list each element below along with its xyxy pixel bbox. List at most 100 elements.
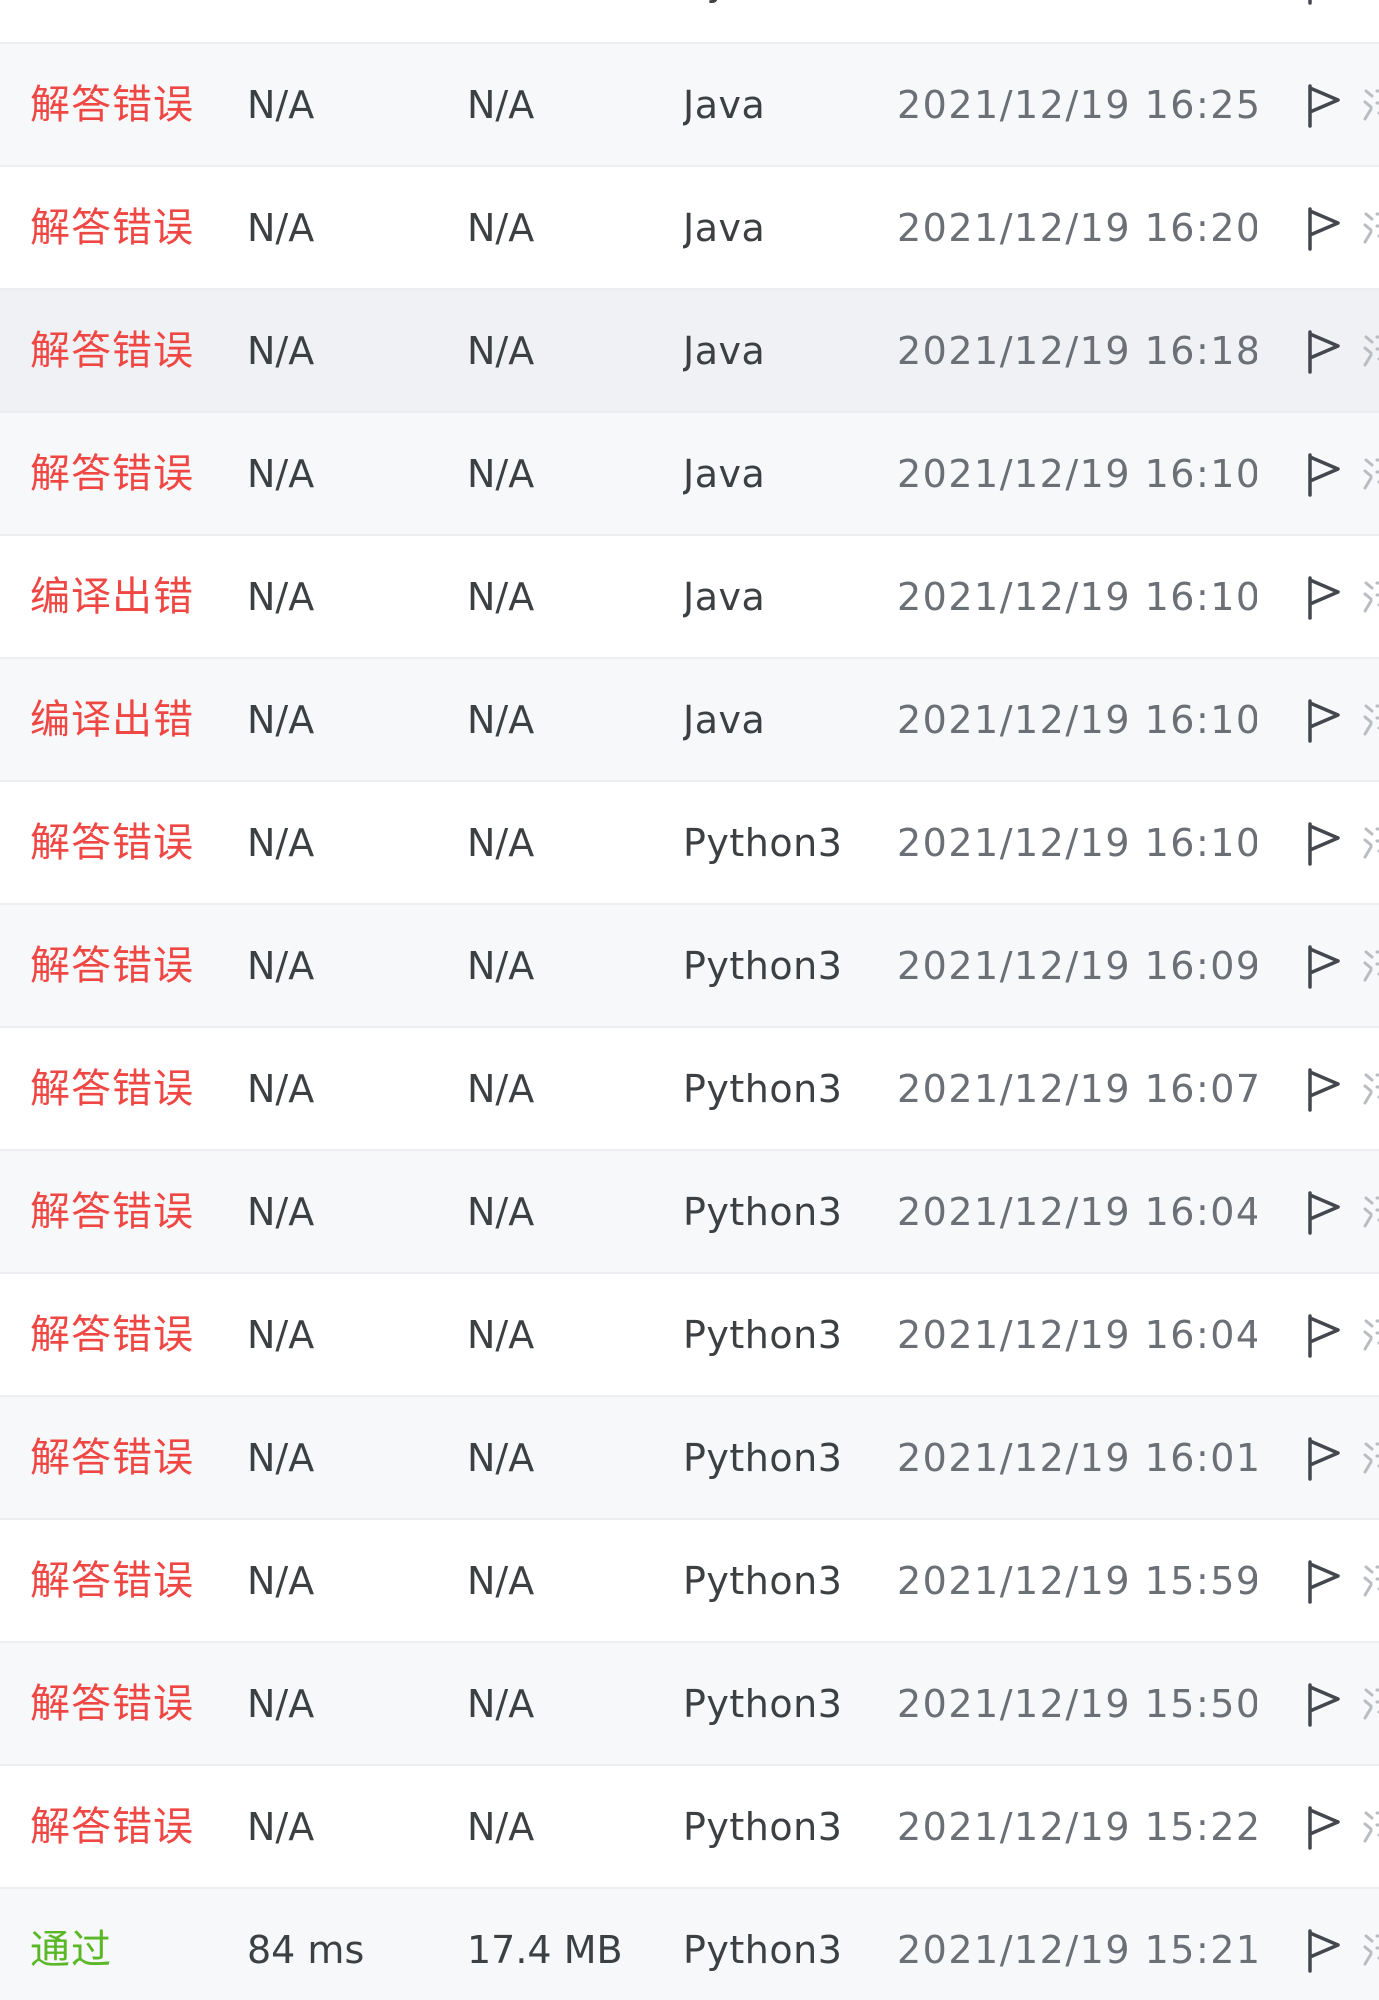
note-icon[interactable]: [1360, 0, 1379, 44]
status-label[interactable]: 编译出错: [30, 659, 240, 782]
language-value: Java: [683, 698, 766, 742]
flag-icon[interactable]: [1302, 1643, 1348, 1766]
runtime-value: N/A: [247, 206, 315, 250]
note-icon[interactable]: [1360, 1397, 1379, 1520]
submission-row[interactable]: 解答错误 N/A N/A Java 2021/12/19 16:10: [0, 413, 1379, 536]
status-label[interactable]: 解答错误: [30, 1151, 240, 1274]
note-icon[interactable]: [1360, 1766, 1379, 1889]
submission-row[interactable]: 解答错误 N/A N/A Java 2021/12/19 16:25: [0, 44, 1379, 167]
submission-row[interactable]: 通过 84 ms 17.4 MB Python3 2021/12/19 15:2…: [0, 1889, 1379, 2000]
memory-value: [467, 0, 667, 44]
status-label[interactable]: 编译出错: [30, 536, 240, 659]
runtime-value: N/A: [247, 821, 315, 865]
status-label[interactable]: 通过: [30, 0, 240, 44]
submit-time: 2021/12/19 16:07: [897, 1067, 1257, 1111]
runtime-value: N/A: [247, 1067, 315, 1111]
runtime-value: 84 ms: [247, 1928, 365, 1972]
memory-value: N/A: [467, 1067, 535, 1111]
flag-icon[interactable]: [1302, 1151, 1348, 1274]
language-value: Python3: [683, 821, 843, 865]
memory-value: N/A: [467, 944, 535, 988]
note-icon[interactable]: [1360, 659, 1379, 782]
submission-row[interactable]: 解答错误 N/A N/A Python3 2021/12/19 16:07: [0, 1028, 1379, 1151]
language-value: Python3: [683, 1805, 843, 1849]
submission-row[interactable]: 编译出错 N/A N/A Java 2021/12/19 16:10: [0, 536, 1379, 659]
note-icon[interactable]: [1360, 1151, 1379, 1274]
submit-time: 2021/12/19 16:25: [897, 83, 1257, 127]
flag-icon[interactable]: [1302, 413, 1348, 536]
flag-icon[interactable]: [1302, 167, 1348, 290]
flag-icon[interactable]: [1302, 1274, 1348, 1397]
runtime-value: N/A: [247, 1559, 315, 1603]
note-icon[interactable]: [1360, 782, 1379, 905]
memory-value: N/A: [467, 575, 535, 619]
status-label[interactable]: 解答错误: [30, 290, 240, 413]
note-icon[interactable]: [1360, 167, 1379, 290]
submission-row[interactable]: 编译出错 N/A N/A Java 2021/12/19 16:10: [0, 659, 1379, 782]
memory-value: 17.4 MB: [467, 1928, 623, 1972]
status-label[interactable]: 解答错误: [30, 413, 240, 536]
status-label[interactable]: 解答错误: [30, 1397, 240, 1520]
submit-time: 2021/12/19 16:10: [897, 575, 1257, 619]
flag-icon[interactable]: [1302, 536, 1348, 659]
flag-icon[interactable]: [1302, 1397, 1348, 1520]
flag-icon[interactable]: [1302, 290, 1348, 413]
submit-time: 2021/12/19 16:18: [897, 329, 1257, 373]
status-label[interactable]: 解答错误: [30, 44, 240, 167]
note-icon[interactable]: [1360, 1643, 1379, 1766]
note-icon[interactable]: [1360, 413, 1379, 536]
status-label[interactable]: 解答错误: [30, 1643, 240, 1766]
flag-icon[interactable]: [1302, 1520, 1348, 1643]
note-icon[interactable]: [1360, 1274, 1379, 1397]
submit-time: 2021/12/19 16:10: [897, 452, 1257, 496]
status-label[interactable]: 解答错误: [30, 1028, 240, 1151]
status-label[interactable]: 解答错误: [30, 167, 240, 290]
runtime-value: N/A: [247, 1436, 315, 1480]
note-icon[interactable]: [1360, 1889, 1379, 2000]
note-icon[interactable]: [1360, 1520, 1379, 1643]
runtime-value: N/A: [247, 1682, 315, 1726]
runtime-value: N/A: [247, 83, 315, 127]
note-icon[interactable]: [1360, 1028, 1379, 1151]
submission-row[interactable]: 解答错误 N/A N/A Python3 2021/12/19 16:09: [0, 905, 1379, 1028]
submit-time: 2021/12/19 16:01: [897, 1436, 1257, 1480]
language-value: Python3: [683, 0, 883, 44]
flag-icon[interactable]: [1302, 1028, 1348, 1151]
status-label[interactable]: 解答错误: [30, 1520, 240, 1643]
note-icon[interactable]: [1360, 536, 1379, 659]
memory-value: N/A: [467, 1559, 535, 1603]
submission-row[interactable]: 通过 Python3 2021/12/19 16:30: [0, 0, 1379, 44]
flag-icon[interactable]: [1302, 44, 1348, 167]
status-label[interactable]: 解答错误: [30, 905, 240, 1028]
status-label[interactable]: 解答错误: [30, 1274, 240, 1397]
submission-row[interactable]: 解答错误 N/A N/A Python3 2021/12/19 16:04: [0, 1151, 1379, 1274]
flag-icon[interactable]: [1302, 1766, 1348, 1889]
flag-icon[interactable]: [1302, 1889, 1348, 2000]
note-icon[interactable]: [1360, 905, 1379, 1028]
submit-time: 2021/12/19 16:04: [897, 1190, 1257, 1234]
note-icon[interactable]: [1360, 290, 1379, 413]
status-label[interactable]: 通过: [30, 1889, 240, 2000]
flag-icon[interactable]: [1302, 659, 1348, 782]
submission-row[interactable]: 解答错误 N/A N/A Java 2021/12/19 16:20: [0, 167, 1379, 290]
flag-icon[interactable]: [1302, 0, 1348, 44]
submission-row[interactable]: 解答错误 N/A N/A Python3 2021/12/19 15:59: [0, 1520, 1379, 1643]
memory-value: N/A: [467, 1313, 535, 1357]
language-value: Python3: [683, 1190, 843, 1234]
submission-row[interactable]: 解答错误 N/A N/A Java 2021/12/19 16:18: [0, 290, 1379, 413]
submission-row[interactable]: 解答错误 N/A N/A Python3 2021/12/19 15:50: [0, 1643, 1379, 1766]
submission-row[interactable]: 解答错误 N/A N/A Python3 2021/12/19 16:10: [0, 782, 1379, 905]
submission-row[interactable]: 解答错误 N/A N/A Python3 2021/12/19 16:01: [0, 1397, 1379, 1520]
flag-icon[interactable]: [1302, 905, 1348, 1028]
submission-row[interactable]: 解答错误 N/A N/A Python3 2021/12/19 15:22: [0, 1766, 1379, 1889]
flag-icon[interactable]: [1302, 782, 1348, 905]
submit-time: 2021/12/19 15:21: [897, 1928, 1257, 1972]
status-label[interactable]: 解答错误: [30, 782, 240, 905]
memory-value: N/A: [467, 1436, 535, 1480]
runtime-value: N/A: [247, 698, 315, 742]
note-icon[interactable]: [1360, 44, 1379, 167]
submission-row[interactable]: 解答错误 N/A N/A Python3 2021/12/19 16:04: [0, 1274, 1379, 1397]
language-value: Python3: [683, 1067, 843, 1111]
runtime-value: N/A: [247, 1190, 315, 1234]
status-label[interactable]: 解答错误: [30, 1766, 240, 1889]
